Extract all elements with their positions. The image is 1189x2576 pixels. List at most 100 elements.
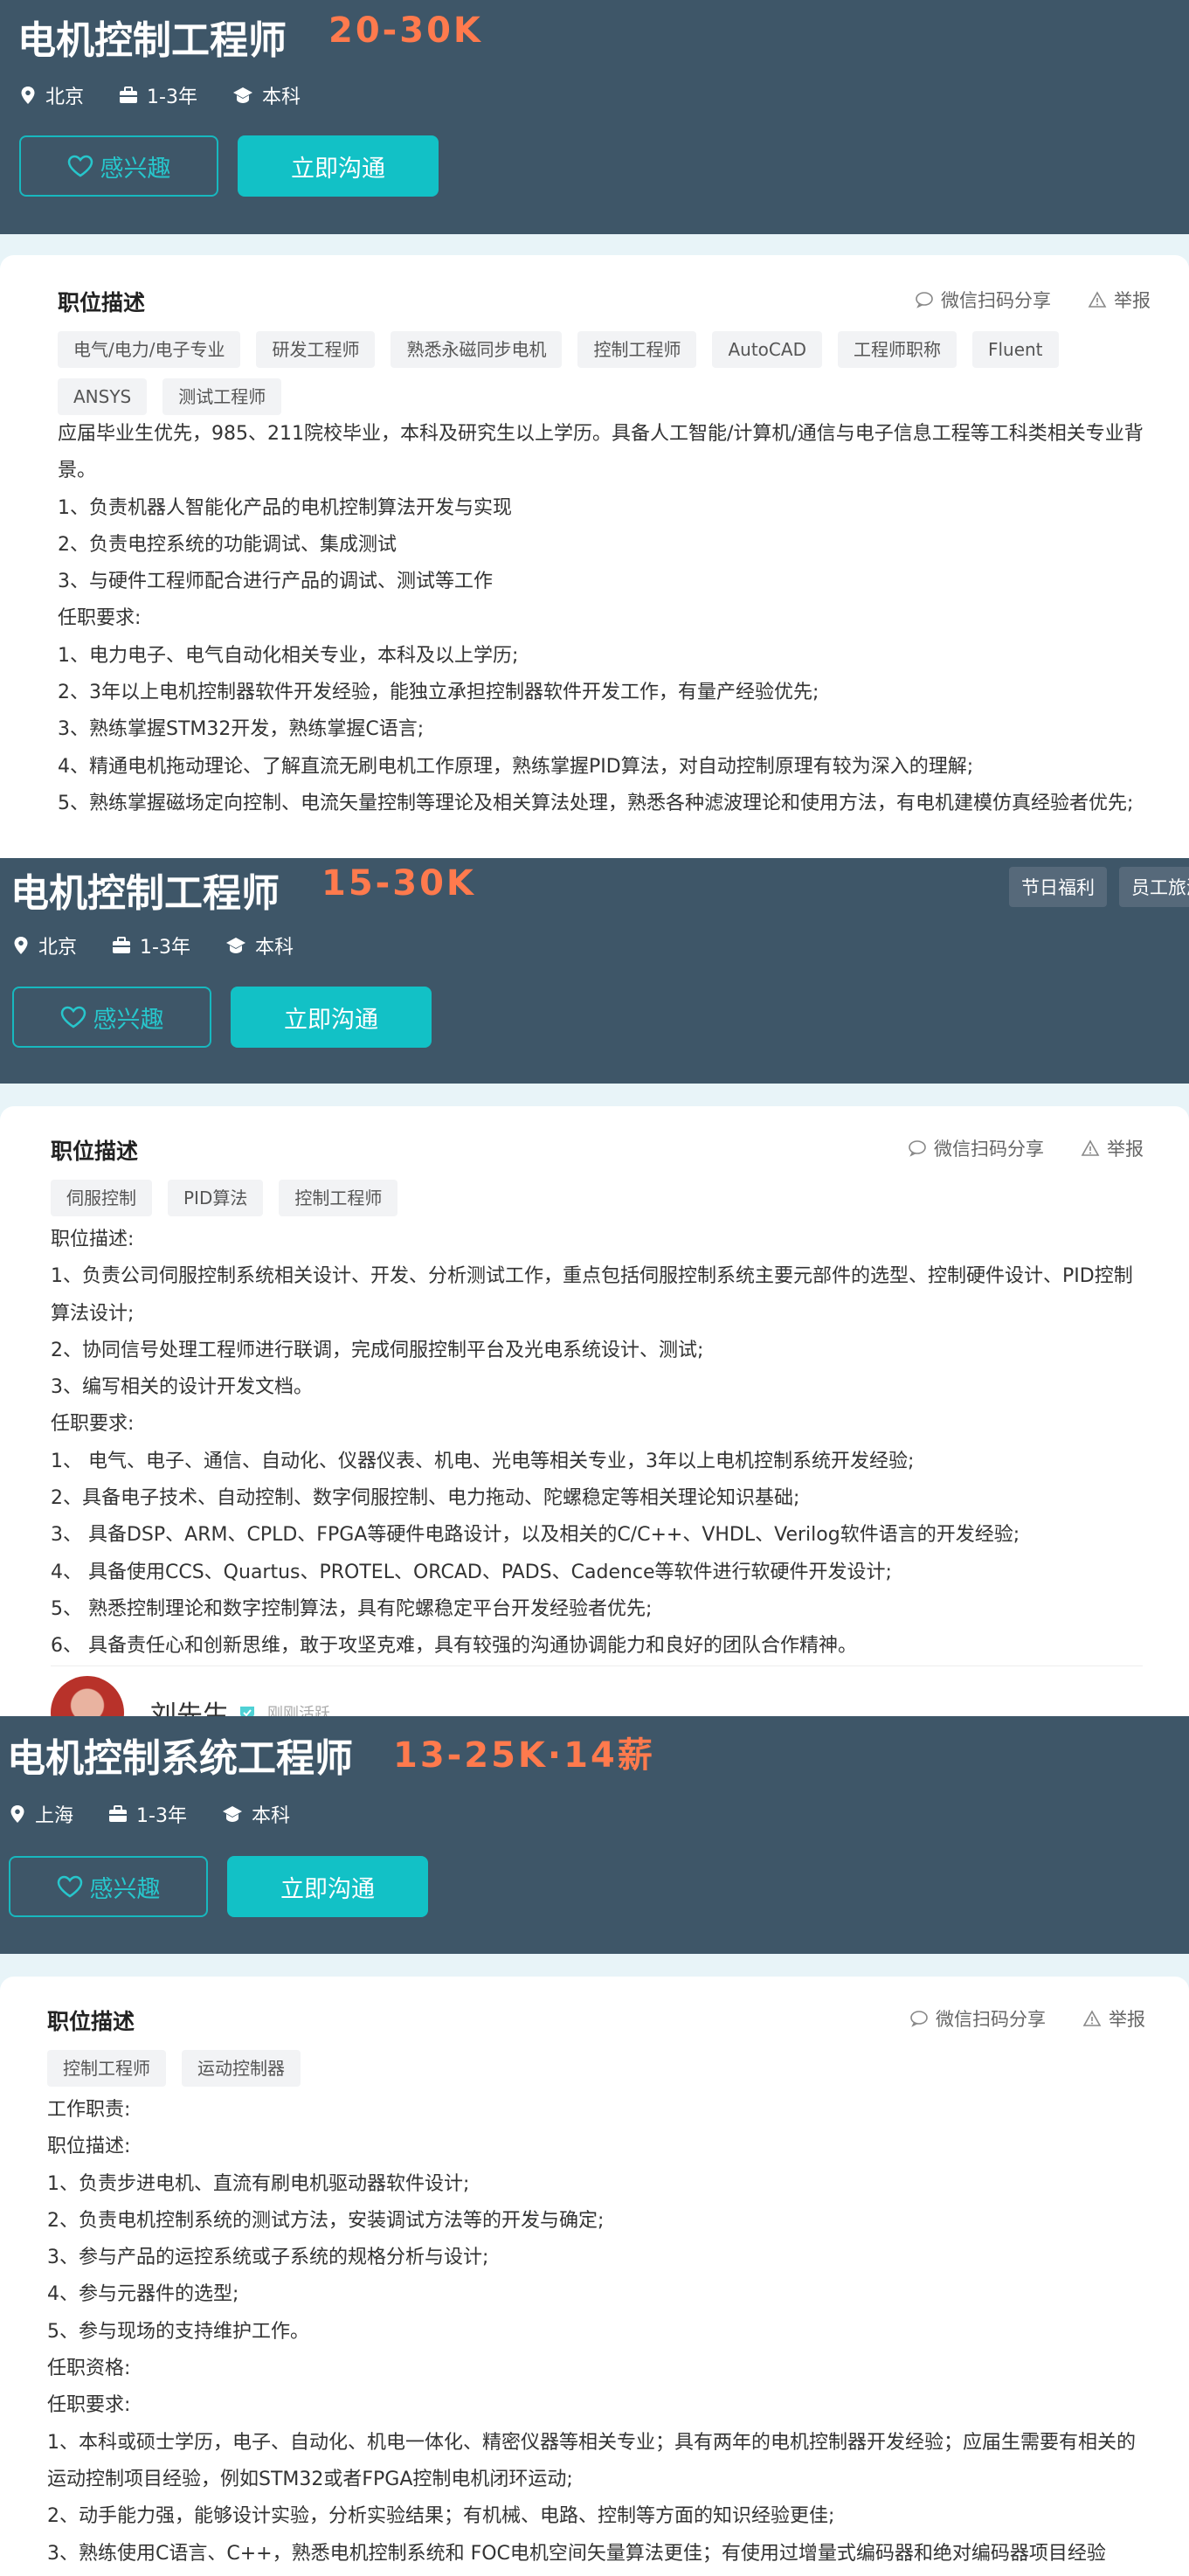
skill-tag: 熟悉永磁同步电机 [391,331,563,368]
section-title: 职位描述 [58,290,146,315]
graduation-cap-icon [225,938,245,953]
skill-tag: 测试工程师 [162,378,282,415]
description-line: 2、3年以上电机控制器软件开发经验，能独立承担控制器软件开发工作，有量产经验优先… [58,682,819,704]
skill-tag: 运动控制器 [182,2050,301,2087]
wechat-share-link[interactable]: 微信扫码分享 [909,2005,1046,2032]
section-title: 职位描述 [47,2009,135,2034]
skill-tag: 电气/电力/电子专业 [58,331,241,368]
job-city: 北京 [38,937,78,959]
job-degree: 本科 [251,1805,290,1827]
description-line: 1、 电气、电子、通信、自动化、仪器仪表、机电、光电等相关专业，3年以上电机控制… [51,1450,915,1472]
job-city: 上海 [35,1805,74,1827]
interest-button[interactable]: 感兴趣 [19,135,218,197]
skill-tag: PID算法 [168,1180,264,1216]
description-line: 2、具备电子技术、自动控制、数字伺服控制、电力拖动、陀螺稳定等相关理论知识基础; [51,1487,800,1510]
chat-now-button[interactable]: 立即沟通 [231,987,432,1048]
job-degree: 本科 [261,87,301,108]
description-line: 3、 具备DSP、ARM、CPLD、FPGA等硬件电路设计，以及相关的C/C++… [51,1524,1020,1547]
description-line: 5、 熟悉控制理论和数字控制算法，具有陀螺稳定平台开发经验者优先; [51,1597,653,1620]
recruiter-status: 刚刚活跃 [267,1705,330,1716]
benefit-tag: 节日福利 [1009,867,1107,907]
job-salary: 13-25K·14薪 [393,1735,655,1776]
job-experience: 1-3年 [140,937,190,959]
job-city: 北京 [45,87,85,108]
description-line: 任职要求: [58,607,142,630]
job-section-2: 电机控制工程师 15-30K 节日福利 员工旅游 北京 1-3年 本科 感兴趣 … [0,858,1189,1716]
job-description: 工作职责: 职位描述: 1、负责步进电机、直流有刷电机驱动器软件设计; 2、负责… [47,2092,1139,2573]
description-line: 4、参与元器件的选型; [47,2283,239,2306]
warning-icon [1081,1139,1100,1156]
description-line: 职位描述: [51,1229,135,1250]
card-actions: 微信扫码分享 举报 [871,1135,1144,1161]
skill-tag: 控制工程师 [577,331,697,368]
job-degree: 本科 [254,937,294,959]
description-line: 2、协同信号处理工程师进行联调，完成伺服控制平台及光电系统设计、测试; [51,1339,704,1361]
graduation-cap-icon [222,1806,242,1822]
benefit-tags: 节日福利 员工旅游 [1009,867,1189,907]
wechat-share-link[interactable]: 微信扫码分享 [915,287,1051,313]
briefcase-icon [113,937,131,953]
report-link[interactable]: 举报 [1082,2005,1145,2032]
recruiter-name: 刘先生 [150,1700,229,1716]
card-actions: 微信扫码分享 举报 [878,287,1151,313]
location-pin-icon [14,937,28,954]
interest-button[interactable]: 感兴趣 [9,1856,208,1917]
warning-icon [1082,2010,1102,2026]
job-description: 职位描述: 1、负责公司伺服控制系统相关设计、开发、分析测试工作，重点包括伺服控… [51,1222,1143,1665]
interest-button[interactable]: 感兴趣 [12,987,211,1048]
description-line: 3、熟练掌握STM32开发，熟练掌握C语言; [58,718,425,741]
job-header: 电机控制工程师 20-30K 北京 1-3年 本科 感兴趣 立即沟通 [0,0,1189,234]
skill-tag: 工程师职称 [837,331,957,368]
job-section-3: 电机控制系统工程师 13-25K·14薪 上海 1-3年 本科 感兴趣 立即沟通… [0,1716,1189,2576]
job-description-card: 职位描述 微信扫码分享 举报 伺服控制 PID算法 控制工程师 职位描述: 1、… [0,1106,1189,1716]
job-meta: 上海 1-3年 本科 [9,1800,325,1828]
job-description-card: 职位描述 微信扫码分享 举报 电气/电力/电子专业 研发工程师 熟悉永磁同步电机… [0,255,1189,858]
description-line: 4、 具备使用CCS、Quartus、PROTEL、ORCAD、PADS、Cad… [51,1561,892,1583]
job-meta: 北京 1-3年 本科 [19,81,335,109]
job-title: 电机控制工程师 [10,871,280,916]
description-line: 2、负责电控系统的功能调试、集成测试 [58,533,397,556]
description-line: 1、负责公司伺服控制系统相关设计、开发、分析测试工作，重点包括伺服控制系统主要元… [51,1265,1133,1325]
description-line: 6、 具备责任心和创新思维，敢于攻坚克难，具有较强的沟通协调能力和良好的团队合作… [51,1635,857,1658]
skill-tag: 研发工程师 [256,331,376,368]
chat-now-button[interactable]: 立即沟通 [227,1856,428,1917]
chat-bubble-icon [910,2011,928,2027]
location-pin-icon [21,87,35,104]
description-line: 3、参与产品的运控系统或子系统的规格分析与设计; [47,2247,489,2269]
recruiter-info[interactable]: 刘先生 刚刚活跃 [51,1676,330,1716]
description-line: 2、动手能力强，能够设计实验，分析实验结果；有机械、电路、控制等方面的知识经验更… [47,2505,835,2528]
description-line: 1、负责机器人智能化产品的电机控制算法开发与实现 [58,496,512,519]
skill-tag: 控制工程师 [279,1180,398,1216]
description-line: 任职要求: [51,1413,135,1436]
description-line: 3、熟练使用C语言、C++，熟悉电机控制系统和 FOC电机空间矢量算法更佳；有使… [47,2542,1106,2565]
description-line: 4、精通电机拖动理论、了解直流无刷电机工作原理，熟练掌握PID算法，对自动控制原… [58,755,974,778]
briefcase-icon [109,1805,128,1822]
chat-bubble-icon [909,1140,926,1157]
description-line: 1、电力电子、电气自动化相关专业，本科及以上学历; [58,644,519,667]
job-title: 电机控制工程师 [17,18,287,63]
skill-tags: 伺服控制 PID算法 控制工程师 [51,1180,1134,1227]
skill-tag: Fluent [971,331,1059,368]
report-link[interactable]: 举报 [1081,1135,1144,1161]
benefit-tag: 员工旅游 [1119,867,1189,907]
wechat-share-link[interactable]: 微信扫码分享 [908,1135,1044,1161]
description-line: 2、负责电机控制系统的测试方法，安装调试方法等的开发与确定; [47,2209,605,2232]
job-salary: 20-30K [328,10,483,51]
job-salary: 15-30K [321,863,476,904]
chat-now-button[interactable]: 立即沟通 [238,135,439,197]
description-line: 应届毕业生优先，985、211院校毕业，本科及研究生以上学历。具备人工智能/计算… [58,423,1144,482]
job-header: 电机控制系统工程师 13-25K·14薪 上海 1-3年 本科 感兴趣 立即沟通 [0,1716,1189,1954]
verified-badge-icon [240,1707,254,1716]
card-actions: 微信扫码分享 举报 [873,2005,1145,2032]
report-link[interactable]: 举报 [1088,287,1151,313]
chat-bubble-icon [916,292,933,308]
heart-icon [60,1006,86,1028]
skill-tag: ANSYS [58,378,148,415]
job-title: 电机控制系统工程师 [7,1736,353,1781]
skill-tag: 伺服控制 [51,1180,152,1216]
briefcase-icon [120,87,138,103]
job-header: 电机控制工程师 15-30K 节日福利 员工旅游 北京 1-3年 本科 感兴趣 … [0,858,1189,1084]
description-line: 工作职责: [47,2099,131,2121]
graduation-cap-icon [232,87,252,103]
description-line: 5、熟练掌握磁场定向控制、电流矢量控制等理论及相关算法处理，熟悉各种滤波理论和使… [58,792,1134,814]
